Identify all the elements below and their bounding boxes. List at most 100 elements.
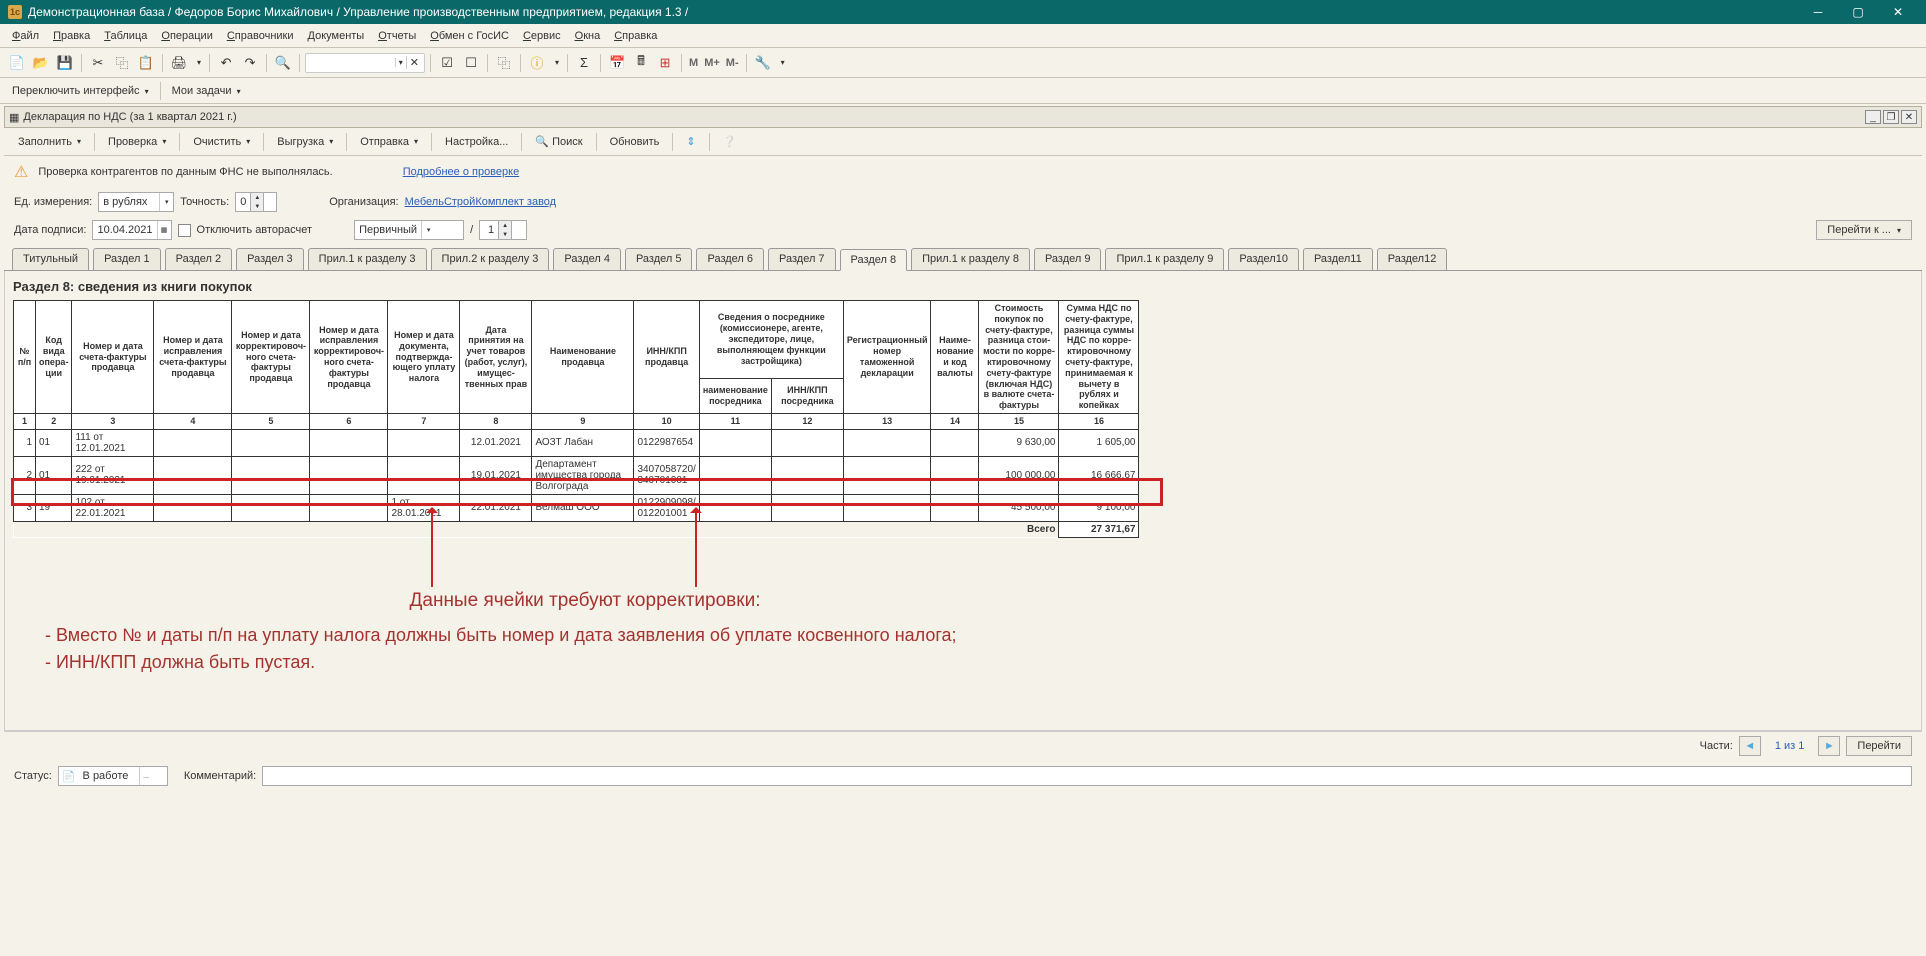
copy-icon[interactable]: ⿻ — [111, 52, 133, 74]
tab-3[interactable]: Раздел 3 — [236, 248, 304, 270]
new-icon[interactable]: 📄 — [6, 52, 28, 74]
tab-5[interactable]: Прил.2 к разделу 3 — [431, 248, 550, 270]
selector-dropdown[interactable]: ▾✕ — [305, 53, 425, 73]
menu-Обмен с ГосИС[interactable]: Обмен с ГосИС — [424, 28, 515, 44]
save-icon[interactable]: 💾 — [54, 52, 76, 74]
m-plus-icon[interactable]: M+ — [702, 57, 722, 69]
help-icon[interactable]: ❔ — [715, 131, 745, 152]
doc-minimize-button[interactable]: _ — [1865, 110, 1881, 124]
cut-icon[interactable]: ✂ — [87, 52, 109, 74]
tool-icon[interactable]: 🔧 — [752, 52, 774, 74]
clear-button[interactable]: Очистить▾ — [185, 132, 258, 152]
menu-Правка[interactable]: Правка — [47, 28, 96, 44]
tab-12[interactable]: Раздел 9 — [1034, 248, 1102, 270]
goto-button[interactable]: Перейти к ...▾ — [1816, 220, 1912, 240]
main-menu: ФайлПравкаТаблицаОперацииСправочникиДоку… — [0, 24, 1926, 48]
export-button[interactable]: Выгрузка▾ — [269, 132, 341, 152]
doc-close-button[interactable]: ✕ — [1901, 110, 1917, 124]
date-input[interactable]: 10.04.2021▦ — [92, 220, 171, 240]
info-dropdown[interactable]: ▾ — [550, 57, 562, 68]
tab-15[interactable]: Раздел11 — [1303, 248, 1373, 270]
num-input[interactable]: 1▲▼ — [479, 220, 527, 240]
tab-16[interactable]: Раздел12 — [1377, 248, 1448, 270]
menu-Сервис[interactable]: Сервис — [517, 28, 567, 44]
doc-icon: ▦ — [9, 111, 19, 124]
minimize-button[interactable]: ─ — [1798, 0, 1838, 24]
m-minus-icon[interactable]: M- — [724, 57, 741, 69]
doc-restore-button[interactable]: ❐ — [1883, 110, 1899, 124]
info-icon[interactable]: ⓘ — [526, 52, 548, 74]
menu-Справка[interactable]: Справка — [608, 28, 663, 44]
copy2-icon[interactable]: ⿻ — [493, 52, 515, 74]
unit-combo[interactable]: в рублях▾ — [98, 192, 174, 212]
org-link[interactable]: МебельСтройКомплект завод — [405, 196, 557, 208]
prev-part-button[interactable]: ◄ — [1739, 736, 1761, 756]
my-tasks-link[interactable]: Мои задачи ▾ — [168, 83, 245, 99]
go-button[interactable]: Перейти — [1846, 736, 1912, 756]
search-button[interactable]: 🔍Поиск — [527, 131, 590, 152]
tool-dropdown[interactable]: ▾ — [776, 57, 788, 68]
col-header: Регистрационный номер таможенной деклара… — [843, 301, 931, 414]
status-icon: 📄 — [59, 770, 79, 783]
table-row[interactable]: 101111 от 12.01.202112.01.2021АОЗТ Лабан… — [14, 429, 1139, 456]
tab-1[interactable]: Раздел 1 — [93, 248, 161, 270]
menu-Документы[interactable]: Документы — [302, 28, 371, 44]
table-row[interactable]: 201222 от 19.01.202119.01.2021Департамен… — [14, 456, 1139, 494]
warning-row: ⚠ Проверка контрагентов по данным ФНС не… — [4, 156, 1922, 188]
refresh-button[interactable]: Обновить — [602, 132, 668, 152]
switch-interface-link[interactable]: Переключить интерфейс ▾ — [8, 83, 153, 99]
calc-icon[interactable]: 🖩 — [630, 52, 652, 74]
org-label: Организация: — [329, 196, 398, 208]
paste-icon[interactable]: 📋 — [135, 52, 157, 74]
fill-button[interactable]: Заполнить▾ — [10, 132, 89, 152]
primary-combo[interactable]: Первичный▾ — [354, 220, 464, 240]
close-button[interactable]: ✕ — [1878, 0, 1918, 24]
calendar-icon[interactable]: 📅 — [606, 52, 628, 74]
status-combo[interactable]: 📄В работе... — [58, 766, 168, 786]
total-row: Всего27 371,67 — [14, 521, 1139, 537]
main-toolbar: 📄 📂 💾 ✂ ⿻ 📋 🖨 ▾ ↶ ↷ 🔍 ▾✕ ☑ ☐ ⿻ ⓘ ▾ Σ 📅 🖩… — [0, 48, 1926, 78]
tab-2[interactable]: Раздел 2 — [165, 248, 233, 270]
tab-11[interactable]: Прил.1 к разделу 8 — [911, 248, 1030, 270]
table-row[interactable]: 319102 от 22.01.20211 от 28.01.202122.01… — [14, 494, 1139, 521]
tab-14[interactable]: Раздел10 — [1228, 248, 1299, 270]
autocalc-label: Отключить авторасчет — [197, 224, 313, 236]
open-icon[interactable]: 📂 — [30, 52, 52, 74]
undo-icon[interactable]: ↶ — [215, 52, 237, 74]
next-part-button[interactable]: ► — [1818, 736, 1840, 756]
tab-9[interactable]: Раздел 7 — [768, 248, 836, 270]
col-num: 14 — [931, 413, 979, 429]
tab-4[interactable]: Прил.1 к разделу 3 — [308, 248, 427, 270]
comment-input[interactable] — [262, 766, 1912, 786]
m-icon[interactable]: M — [687, 57, 700, 69]
menu-Файл[interactable]: Файл — [6, 28, 45, 44]
menu-Окна[interactable]: Окна — [569, 28, 607, 44]
sum-icon[interactable]: Σ — [573, 52, 595, 74]
warning-link[interactable]: Подробнее о проверке — [403, 166, 519, 178]
redo-icon[interactable]: ↷ — [239, 52, 261, 74]
check-button[interactable]: Проверка▾ — [100, 132, 174, 152]
tab-7[interactable]: Раздел 5 — [625, 248, 693, 270]
maximize-button[interactable]: ▢ — [1838, 0, 1878, 24]
send-button[interactable]: Отправка▾ — [352, 132, 426, 152]
print-icon[interactable]: 🖨 — [168, 52, 190, 74]
autocalc-checkbox[interactable] — [178, 224, 191, 237]
col-header-group: Сведения о посреднике (комиссионере, аге… — [699, 301, 843, 379]
print-dropdown[interactable]: ▾ — [192, 57, 204, 68]
menu-Справочники[interactable]: Справочники — [221, 28, 300, 44]
tab-8[interactable]: Раздел 6 — [696, 248, 764, 270]
find-icon[interactable]: 🔍 — [272, 52, 294, 74]
grid-icon[interactable]: ⊞ — [654, 52, 676, 74]
toggle2-icon[interactable]: ☐ — [460, 52, 482, 74]
tab-10[interactable]: Раздел 8 — [840, 249, 908, 271]
settings-button[interactable]: Настройка... — [437, 132, 516, 152]
menu-Отчеты[interactable]: Отчеты — [372, 28, 422, 44]
expand-icon[interactable]: ⇕ — [678, 131, 703, 152]
tab-13[interactable]: Прил.1 к разделу 9 — [1105, 248, 1224, 270]
precision-input[interactable]: 0▲▼ — [235, 192, 277, 212]
menu-Таблица[interactable]: Таблица — [98, 28, 153, 44]
tab-0[interactable]: Титульный — [12, 248, 89, 270]
menu-Операции[interactable]: Операции — [155, 28, 218, 44]
tab-6[interactable]: Раздел 4 — [553, 248, 621, 270]
toggle1-icon[interactable]: ☑ — [436, 52, 458, 74]
